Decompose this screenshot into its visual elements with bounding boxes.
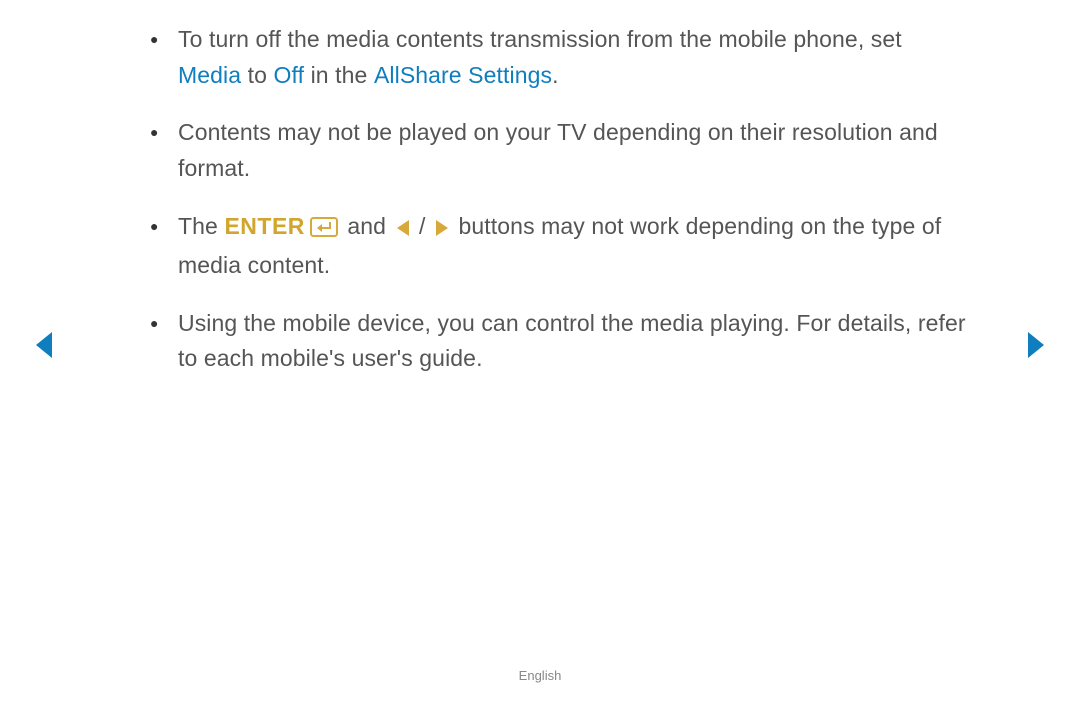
text: . [552, 62, 559, 88]
highlight-allshare: AllShare Settings [374, 62, 552, 88]
bullet-list: To turn off the media contents transmiss… [150, 22, 970, 377]
text: and [341, 213, 393, 239]
highlight-off: Off [274, 62, 305, 88]
list-item: Contents may not be played on your TV de… [150, 115, 970, 186]
text: Contents may not be played on your TV de… [178, 119, 938, 181]
content-area: To turn off the media contents transmiss… [150, 22, 970, 399]
prev-page-button[interactable] [32, 330, 54, 365]
next-page-button[interactable] [1026, 330, 1048, 365]
list-item: The ENTER and / buttons may not work dep… [150, 209, 970, 284]
text: to [241, 62, 273, 88]
enter-icon [310, 212, 338, 248]
triangle-left-icon [395, 213, 411, 249]
enter-label: ENTER [224, 213, 304, 239]
text: Using the mobile device, you can control… [178, 310, 966, 372]
highlight-media: Media [178, 62, 241, 88]
text: in the [304, 62, 374, 88]
list-item: Using the mobile device, you can control… [150, 306, 970, 377]
list-item: To turn off the media contents transmiss… [150, 22, 970, 93]
text: / [413, 213, 432, 239]
triangle-right-icon [434, 213, 450, 249]
text: To turn off the media contents transmiss… [178, 26, 902, 52]
footer-language: English [0, 668, 1080, 683]
text: The [178, 213, 224, 239]
